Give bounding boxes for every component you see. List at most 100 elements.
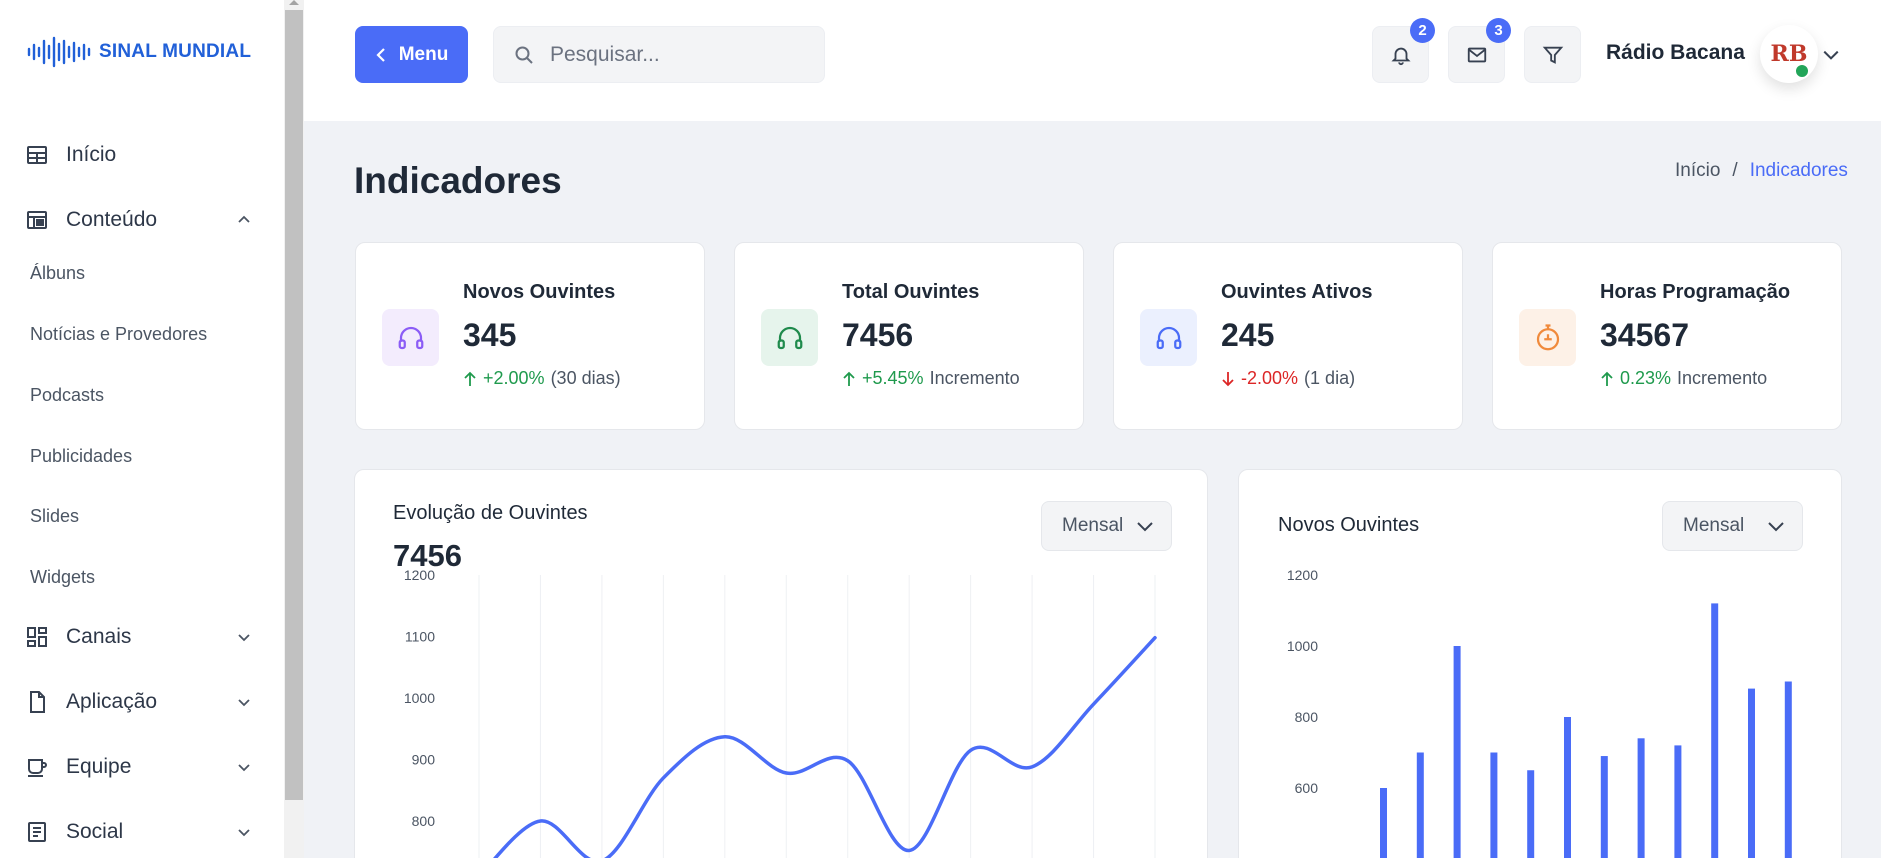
stat-note: (1 dia) (1304, 368, 1356, 388)
search-input[interactable] (550, 42, 810, 67)
sidebar-subitem-podcasts[interactable]: Podcasts (30, 385, 104, 406)
station-name[interactable]: Rádio Bacana (1606, 41, 1745, 65)
stat-value: 245 (1221, 317, 1275, 353)
stat-value: 7456 (842, 317, 914, 353)
filter-icon (1542, 46, 1563, 64)
sidebar-subitem-albuns[interactable]: Álbuns (30, 263, 85, 284)
chevron-down-icon (1137, 522, 1153, 532)
filter-button[interactable] (1524, 26, 1581, 83)
evolution-chart-card: Evolução de Ouvintes 7456 Mensal 1200 110… (354, 469, 1208, 858)
sidebar-item-aplicacao[interactable]: Aplicação (0, 682, 284, 722)
cup-icon (28, 759, 47, 777)
page-title: Indicadores (354, 160, 562, 201)
scrollbar-thumb[interactable] (285, 10, 303, 800)
bar (1527, 770, 1535, 858)
stat-note: Incremento (1677, 368, 1768, 388)
stat-card-total-listeners: Total Ouvintes 7456 +5.45% Incremento (734, 242, 1084, 430)
stat-icon-box (1140, 309, 1197, 366)
bell-icon (1390, 47, 1411, 65)
breadcrumb-separator: / (1732, 160, 1738, 181)
brand-logo[interactable]: SINAL MUNDIAL (27, 36, 251, 68)
chevron-up-icon (238, 215, 250, 223)
sidebar-item-conteudo[interactable]: Conteúdo (0, 200, 284, 240)
chart-title: Novos Ouvintes (1278, 514, 1420, 536)
stat-change: +5.45% (862, 368, 924, 388)
breadcrumb-current: Indicadores (1749, 160, 1848, 181)
search-icon (515, 46, 533, 64)
y-axis-tick-label: 1000 (1287, 638, 1318, 654)
new-listeners-chart-card: Novos Ouvintes Mensal 1200 1000 800 600 (1238, 469, 1842, 858)
messages-button[interactable]: 3 (1448, 18, 1511, 83)
stat-title: Total Ouvintes (842, 281, 980, 303)
dashboard-icon (27, 627, 47, 647)
chevron-down-icon (238, 699, 250, 707)
sidebar-item-canais[interactable]: Canais (0, 617, 284, 657)
period-select-value: Mensal (1062, 515, 1124, 536)
sidebar-item-equipe[interactable]: Equipe (0, 747, 284, 787)
sidebar-item-label: Social (66, 820, 124, 843)
chart-total-value: 7456 (393, 538, 462, 573)
stat-card-programming-hours: Horas Programação 34567 0.23% Incremento (1492, 242, 1842, 430)
breadcrumb: Início / Indicadores (1675, 160, 1848, 182)
headphones-icon (1156, 326, 1181, 349)
sidebar-subitem-slides[interactable]: Slides (30, 506, 79, 527)
scroll-up-arrow-icon[interactable] (289, 0, 299, 5)
menu-button[interactable]: Menu (355, 26, 468, 83)
chevron-down-icon (238, 764, 250, 772)
sidebar-item-label: Aplicação (66, 690, 158, 713)
stat-title: Novos Ouvintes (463, 281, 616, 303)
sidebar-item-label: Conteúdo (66, 208, 158, 231)
messages-badge: 3 (1486, 18, 1511, 43)
brand-name: SINAL MUNDIAL (99, 41, 252, 62)
y-axis-tick-label: 1200 (1287, 570, 1318, 583)
bar (1748, 688, 1755, 858)
sidebar-subitem-publicidades[interactable]: Publicidades (30, 446, 132, 467)
stat-change: +2.00% (483, 368, 545, 388)
sidebar: SINAL MUNDIAL Início Conteúdo Álbuns Not… (0, 0, 284, 858)
period-select[interactable]: Mensal (1662, 501, 1803, 551)
stat-card-new-listeners: Novos Ouvintes 345 +2.00% (30 dias) (355, 242, 705, 430)
bar (1453, 646, 1461, 858)
sidebar-subitem-widgets[interactable]: Widgets (30, 567, 95, 588)
stat-value: 34567 (1600, 317, 1689, 353)
y-axis-tick-label: 800 (412, 813, 436, 829)
period-select-value: Mensal (1683, 515, 1745, 536)
bar (1784, 681, 1792, 858)
arrow-up-icon (464, 371, 476, 386)
sidebar-item-social[interactable]: Social (0, 812, 284, 852)
stat-trend: -2.00% (1 dia) (1221, 368, 1355, 389)
search-box[interactable] (493, 26, 825, 83)
period-select[interactable]: Mensal (1041, 501, 1172, 551)
y-axis-tick-label: 900 (412, 752, 436, 768)
notifications-badge: 2 (1410, 18, 1435, 43)
headphones-icon (398, 326, 423, 349)
bar (1600, 756, 1608, 858)
arrow-up-icon (1601, 371, 1613, 386)
y-axis-tick-label: 1000 (404, 690, 435, 706)
chart-title: Evolução de Ouvintes (393, 502, 588, 524)
breadcrumb-home[interactable]: Início (1675, 160, 1720, 182)
stat-change: 0.23% (1620, 368, 1672, 388)
bar (1564, 717, 1571, 858)
menu-button-label: Menu (398, 43, 449, 65)
chevron-down-icon (1768, 522, 1784, 532)
sidebar-subitem-noticias[interactable]: Notícias e Provedores (30, 324, 207, 345)
chevron-down-icon[interactable] (1822, 46, 1840, 64)
bar (1674, 745, 1682, 858)
sidebar-item-inicio[interactable]: Início (0, 135, 284, 175)
y-axis-tick-label: 600 (1295, 780, 1319, 796)
stat-title: Horas Programação (1600, 281, 1791, 303)
avatar[interactable]: RB (1760, 25, 1818, 83)
online-status-dot (1794, 63, 1810, 79)
bar (1380, 788, 1387, 858)
stat-icon-box (1519, 309, 1576, 366)
mail-icon (1467, 47, 1486, 62)
timer-icon (1536, 323, 1559, 350)
notifications-button[interactable]: 2 (1372, 18, 1435, 83)
stat-change: -2.00% (1241, 368, 1299, 388)
y-axis-tick-label: 1100 (405, 629, 435, 645)
sidebar-item-label: Início (66, 143, 117, 166)
chevron-left-icon (376, 47, 385, 62)
headphones-icon (777, 326, 802, 349)
arrow-up-icon (843, 371, 855, 386)
